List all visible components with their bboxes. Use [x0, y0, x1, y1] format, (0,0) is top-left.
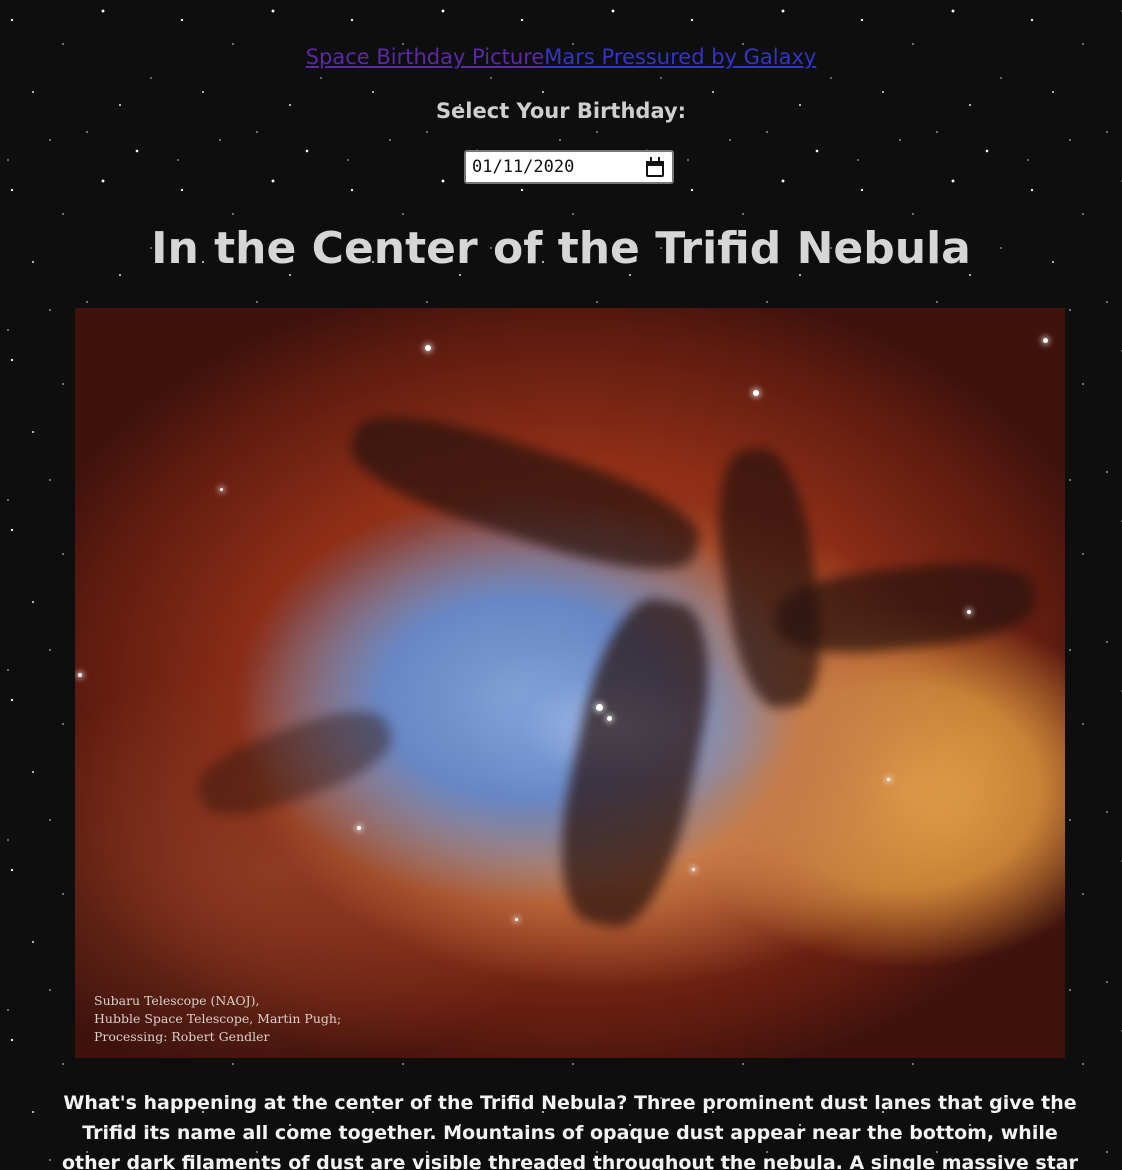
image-credit-line: Processing: Robert Gendler [94, 1029, 270, 1044]
apod-birthday-page: Space Birthday PictureMars Pressured by … [0, 0, 1122, 1170]
date-input-value: 01/11/2020 [472, 157, 575, 177]
image-credit-line: Hubble Space Telescope, Martin Pugh; [94, 1011, 342, 1026]
image-credit: Subaru Telescope (NAOJ), Hubble Space Te… [94, 992, 341, 1046]
apod-explanation: What's happening at the center of the Tr… [62, 1092, 1078, 1170]
calendar-icon[interactable] [646, 157, 664, 177]
top-nav: Space Birthday PictureMars Pressured by … [0, 42, 1122, 72]
image-credit-line: Subaru Telescope (NAOJ), [94, 993, 260, 1008]
nav-link-mars-pressured-by-galaxy[interactable]: Mars Pressured by Galaxy [544, 45, 816, 69]
birthday-label: Select Your Birthday: [435, 99, 687, 123]
page-title: In the Center of the Trifid Nebula [151, 223, 971, 274]
birthday-date-input[interactable]: 01/11/2020 [464, 150, 674, 184]
nav-link-space-birthday-picture[interactable]: Space Birthday Picture [306, 45, 545, 69]
apod-image: Subaru Telescope (NAOJ), Hubble Space Te… [75, 308, 1065, 1058]
